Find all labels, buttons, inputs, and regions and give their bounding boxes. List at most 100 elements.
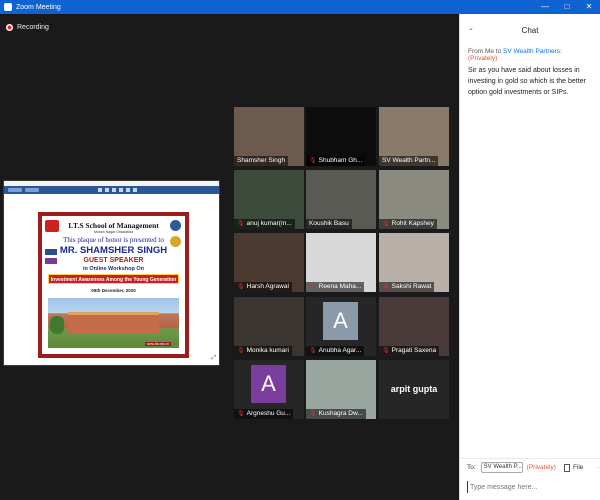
mic-muted-icon: 🎙: [309, 284, 317, 290]
recipient-privacy: (Privately): [526, 464, 556, 471]
participant-name: Argneshu Gu...: [246, 410, 291, 417]
participant-name: SV Wealth Partn...: [382, 157, 436, 164]
message-privacy: (Privately): [468, 55, 498, 62]
participant-name-tag: 🎙 Pragati Saxena: [379, 346, 440, 356]
mic-muted-icon: 🎙: [237, 411, 245, 417]
message-prefix: From Me to: [468, 48, 502, 55]
participant-name-tag: 🎙 Harsh Agrawal: [234, 282, 292, 292]
participant-name: Harsh Agrawal: [246, 283, 289, 290]
chevron-down-icon[interactable]: ⌄: [468, 24, 474, 32]
participant-tile[interactable]: arpit gupta: [379, 360, 449, 419]
participant-tile[interactable]: 🎙 Sakshi Rawat: [379, 233, 449, 292]
participant-tile[interactable]: A 🎙 Argneshu Gu...: [234, 360, 304, 419]
participant-name-tag: 🎙 Monika kumari: [234, 346, 292, 356]
participant-tile[interactable]: 🎙 Pragati Saxena: [379, 297, 449, 356]
mic-muted-icon: 🎙: [237, 284, 245, 290]
participant-name: Anubha Agar...: [318, 347, 362, 354]
participant-name-tag: 🎙 anuj kumar(m...: [234, 219, 295, 229]
participant-avatar: A: [251, 365, 286, 403]
mic-muted-icon: 🎙: [382, 284, 390, 290]
participant-name-tag: 🎙 Anubha Agar...: [306, 346, 365, 356]
mic-muted-icon: 🎙: [309, 411, 317, 417]
participant-center-name: arpit gupta: [390, 384, 438, 394]
recording-dot-icon: [6, 24, 13, 31]
file-button[interactable]: File: [563, 463, 584, 472]
mic-muted-icon: 🎙: [382, 348, 390, 354]
participant-avatar: A: [323, 302, 358, 340]
participant-tile[interactable]: 🎙 Rohit Kapshey: [379, 170, 449, 229]
meeting-area: Recording I.T.S School of Management Moh…: [0, 14, 459, 500]
participant-name: Rohit Kapshey: [391, 220, 434, 227]
participant-name-tag: 🎙 Shubham Gh...: [306, 156, 366, 166]
zoom-logo-icon: [4, 3, 12, 11]
toolbar-chip: [25, 188, 39, 192]
message-body: Sir as you have said about losses in inv…: [468, 67, 586, 96]
participant-name-tag: 🎙 Reena Maha...: [306, 282, 365, 292]
participant-name: Koushik Basu: [309, 220, 349, 227]
title-bar: Zoom Meeting — □ ✕: [0, 0, 600, 14]
file-label: File: [572, 464, 584, 471]
window-title: Zoom Meeting: [16, 3, 61, 11]
participant-tile[interactable]: A 🎙 Anubha Agar...: [306, 297, 376, 356]
mic-muted-icon: 🎙: [309, 158, 317, 164]
recording-indicator[interactable]: Recording: [6, 24, 49, 31]
maximize-button[interactable]: □: [556, 0, 578, 14]
toolbar-icons: [98, 188, 140, 192]
shared-app-toolbar: [4, 186, 219, 194]
plaque-honor: This plaque of honor is presented to: [63, 236, 164, 244]
file-icon: [563, 463, 570, 472]
participant-name-tag: SV Wealth Partn...: [379, 156, 439, 166]
participant-name: Sakshi Rawat: [391, 283, 432, 290]
participant-name: Kushagra Dw...: [318, 410, 363, 417]
mic-muted-icon: 🎙: [309, 348, 317, 354]
participant-name: Pragati Saxena: [391, 347, 437, 354]
mic-muted-icon: 🎙: [237, 348, 245, 354]
participant-tile[interactable]: SV Wealth Partn...: [379, 107, 449, 166]
message-meta: From Me to SV Wealth Partners: (Privatel…: [468, 48, 592, 62]
recipient-select[interactable]: SV Wealth P...: [480, 462, 523, 473]
participant-tile[interactable]: Koushik Basu: [306, 170, 376, 229]
participant-tile[interactable]: 🎙 Shubham Gh...: [306, 107, 376, 166]
campus-photo: www.its.edu.in: [48, 298, 179, 348]
participant-tile[interactable]: 🎙 Kushagra Dw...: [306, 360, 376, 419]
participant-name-tag: 🎙 Sakshi Rawat: [379, 282, 435, 292]
chat-panel: ⌄ Chat From Me to SV Wealth Partners: (P…: [459, 14, 600, 500]
plaque-date: 09th December, 2020: [91, 288, 136, 293]
close-button[interactable]: ✕: [578, 0, 600, 14]
participant-name-tag: 🎙 Kushagra Dw...: [306, 409, 366, 419]
plaque-guest: GUEST SPEAKER: [83, 257, 144, 264]
participant-tile[interactable]: 🎙 Reena Maha...: [306, 233, 376, 292]
plaque-name: MR. SHAMSHER SINGH: [59, 245, 168, 256]
chat-composer: To: SV Wealth P... (Privately) File ···: [460, 458, 600, 500]
minimize-button[interactable]: —: [534, 0, 556, 14]
participant-tile[interactable]: 🎙 Harsh Agrawal: [234, 233, 304, 292]
plaque-website: www.its.edu.in: [144, 342, 171, 346]
participant-name: Monika kumari: [246, 347, 289, 354]
shared-screen[interactable]: I.T.S School of Management Mohan Nagar G…: [3, 180, 220, 366]
chat-header: ⌄ Chat: [460, 14, 600, 46]
plaque-location: Mohan Nagar Ghaziabad: [93, 230, 134, 234]
chat-title: Chat: [521, 25, 539, 35]
participant-name-tag: 🎙 Argneshu Gu...: [234, 409, 294, 419]
participant-tile[interactable]: 🎙 Monika kumari: [234, 297, 304, 356]
mic-muted-icon: 🎙: [382, 221, 390, 227]
participant-tile[interactable]: 🎙 anuj kumar(m...: [234, 170, 304, 229]
to-label: To:: [467, 464, 476, 471]
recipient-row: To: SV Wealth P... (Privately) File ···: [467, 462, 600, 473]
toolbar-chip: [8, 188, 22, 192]
participant-name: Shubham Gh...: [318, 157, 363, 164]
expand-icon[interactable]: ⤢: [211, 355, 216, 362]
participant-name-tag: Shamsher Singh: [234, 156, 289, 166]
participant-name-tag: 🎙 Rohit Kapshey: [379, 219, 437, 229]
message-recipient[interactable]: SV Wealth Partners:: [503, 48, 562, 55]
plaque-school: I.T.S School of Management: [68, 221, 159, 230]
recording-label: Recording: [17, 24, 49, 31]
plaque-banner: Investment Awareness Among the Young Gen…: [48, 274, 179, 284]
plaque-image: I.T.S School of Management Mohan Nagar G…: [38, 212, 189, 358]
plaque-workshop: in Online Workshop On: [82, 266, 144, 272]
message-input[interactable]: [467, 481, 593, 493]
participant-name: Reena Maha...: [318, 283, 362, 290]
participant-tile[interactable]: Shamsher Singh: [234, 107, 304, 166]
participant-name: Shamsher Singh: [237, 157, 286, 164]
participant-name: anuj kumar(m...: [246, 220, 292, 227]
